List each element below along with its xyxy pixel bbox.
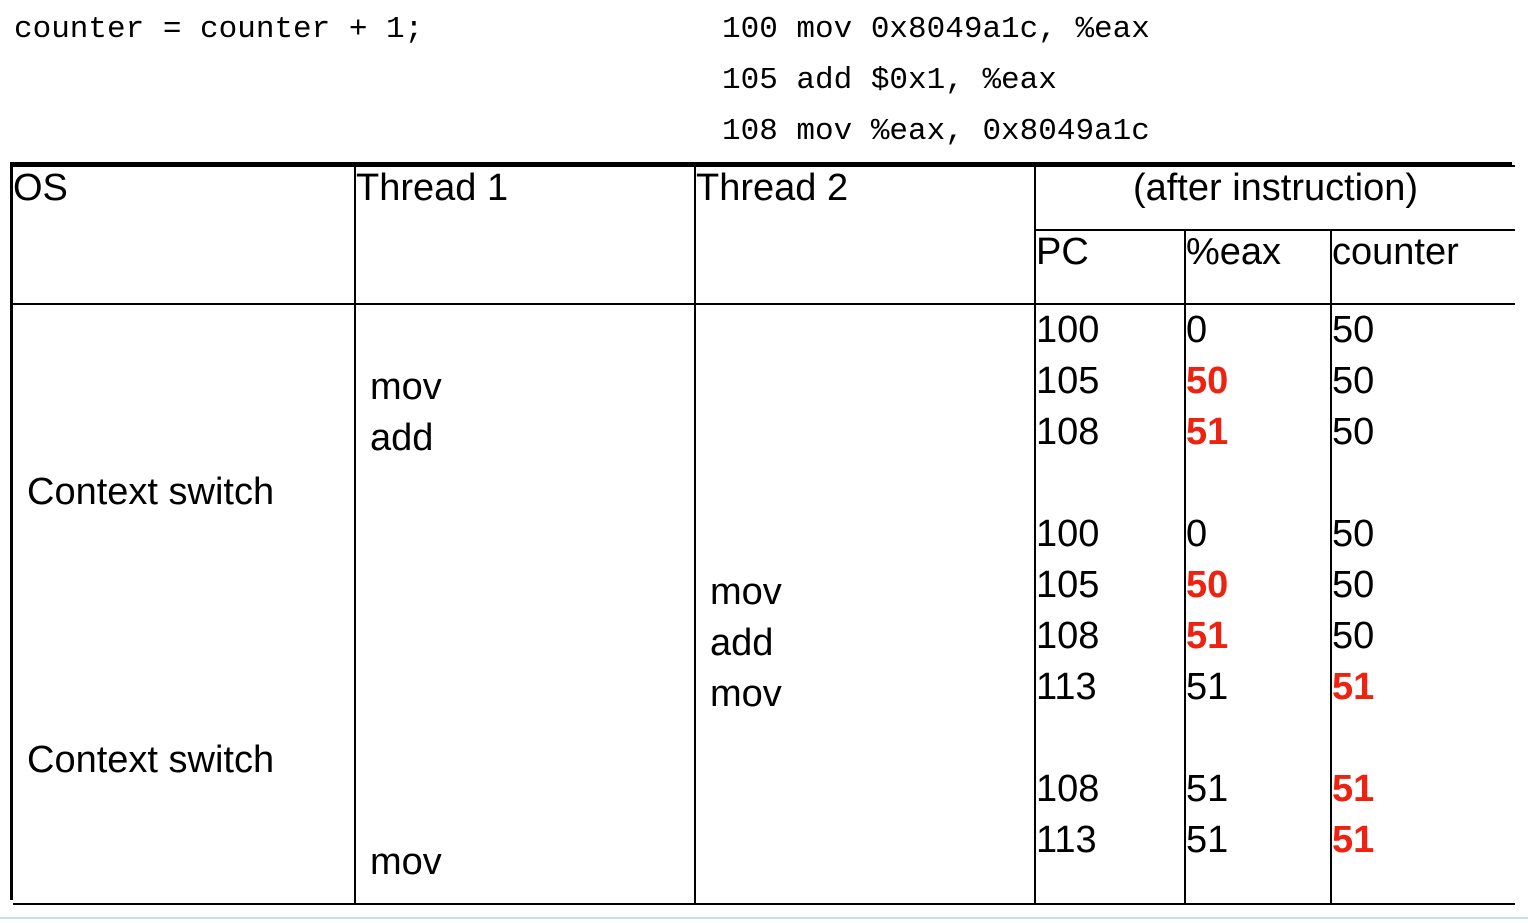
bottom-accent-rule bbox=[0, 917, 1528, 919]
trace-counter-value: 50 bbox=[1332, 360, 1375, 402]
header-eax: %eax bbox=[1184, 229, 1332, 305]
trace-eax-value: 51 bbox=[1186, 407, 1330, 458]
trace-counter-value: 50 bbox=[1332, 411, 1375, 453]
trace-eax-value: 51 bbox=[1186, 819, 1229, 861]
counter-column: 50 50 50 50 50 50 51 51 51 bbox=[1329, 303, 1516, 905]
pc-column: 100 105 108 100 105 108 113 108 113 bbox=[1034, 303, 1186, 905]
thread1-op-add: add bbox=[370, 417, 434, 459]
highlighted-value: 50 bbox=[1186, 360, 1229, 402]
highlighted-value: 51 bbox=[1332, 768, 1375, 810]
table-header-row-top: OS Thread 1 Thread 2 (after instruction) bbox=[13, 165, 1516, 305]
thread-2-column: mov add mov bbox=[694, 303, 1036, 905]
trace-eax-value: 51 bbox=[1186, 666, 1229, 708]
trace-eax-value: 50 bbox=[1186, 560, 1330, 611]
trace-pc-value: 108 bbox=[1036, 615, 1100, 657]
thread2-op-mov-2: mov bbox=[710, 673, 782, 715]
os-column: Context switch Context switch bbox=[13, 303, 356, 905]
thread-1-column: mov add mov bbox=[354, 303, 696, 905]
os-event-context-switch-1: Context switch bbox=[27, 471, 275, 513]
trace-gap-row bbox=[1036, 458, 1184, 509]
trace-counter-value: 50 bbox=[1332, 309, 1375, 351]
trace-counter-value: 50 bbox=[1332, 564, 1375, 606]
highlighted-value: 51 bbox=[1332, 666, 1375, 708]
trace-counter-value: 51 bbox=[1332, 815, 1515, 866]
header-counter: counter bbox=[1329, 229, 1516, 305]
trace-pc-value: 113 bbox=[1036, 819, 1097, 861]
trace-pc-value: 105 bbox=[1036, 360, 1100, 402]
execution-trace-table: OS Thread 1 Thread 2 (after instruction)… bbox=[10, 162, 1516, 905]
table-body-row: Context switch Context switch mov add mo… bbox=[13, 303, 1516, 905]
header-after-instruction: (after instruction) bbox=[1033, 165, 1516, 231]
trace-pc-value: 105 bbox=[1036, 564, 1100, 606]
c-source-line: counter = counter + 1; bbox=[14, 12, 424, 47]
eax-column: 0 50 51 0 50 51 51 51 51 bbox=[1184, 303, 1332, 905]
trace-gap-row bbox=[1332, 713, 1515, 764]
highlighted-value: 51 bbox=[1186, 615, 1229, 657]
trace-gap-row bbox=[1332, 458, 1515, 509]
trace-eax-value: 0 bbox=[1186, 309, 1208, 351]
code-listing-area: counter = counter + 1; 100 mov 0x8049a1c… bbox=[0, 0, 1528, 156]
trace-eax-value: 0 bbox=[1186, 513, 1208, 555]
trace-pc-value: 108 bbox=[1036, 411, 1100, 453]
header-thread-2: Thread 2 bbox=[694, 165, 1036, 305]
os-event-context-switch-2: Context switch bbox=[27, 739, 275, 781]
highlighted-value: 50 bbox=[1186, 564, 1229, 606]
trace-pc-value: 108 bbox=[1036, 768, 1100, 810]
thread1-op-mov-2: mov bbox=[370, 841, 442, 883]
highlighted-value: 51 bbox=[1332, 819, 1375, 861]
trace-eax-value: 50 bbox=[1186, 356, 1330, 407]
thread1-op-mov-1: mov bbox=[370, 366, 442, 408]
header-os: OS bbox=[13, 165, 356, 305]
trace-eax-value: 51 bbox=[1186, 768, 1229, 810]
trace-gap-row bbox=[1036, 713, 1184, 764]
thread2-op-mov-1: mov bbox=[710, 571, 782, 613]
trace-pc-value: 113 bbox=[1036, 666, 1097, 708]
assembly-listing: 100 mov 0x8049a1c, %eax 105 add $0x1, %e… bbox=[722, 12, 1150, 149]
trace-counter-value: 50 bbox=[1332, 513, 1375, 555]
trace-counter-value: 51 bbox=[1332, 764, 1515, 815]
trace-counter-value: 50 bbox=[1332, 615, 1375, 657]
header-thread-1: Thread 1 bbox=[354, 165, 696, 305]
trace-eax-value: 51 bbox=[1186, 611, 1330, 662]
trace-gap-row bbox=[1186, 713, 1330, 764]
trace-counter-value: 51 bbox=[1332, 662, 1515, 713]
thread2-op-add: add bbox=[710, 622, 774, 664]
highlighted-value: 51 bbox=[1186, 411, 1229, 453]
trace-pc-value: 100 bbox=[1036, 513, 1100, 555]
trace-gap-row bbox=[1186, 458, 1330, 509]
header-pc: PC bbox=[1035, 229, 1186, 305]
trace-pc-value: 100 bbox=[1036, 309, 1100, 351]
